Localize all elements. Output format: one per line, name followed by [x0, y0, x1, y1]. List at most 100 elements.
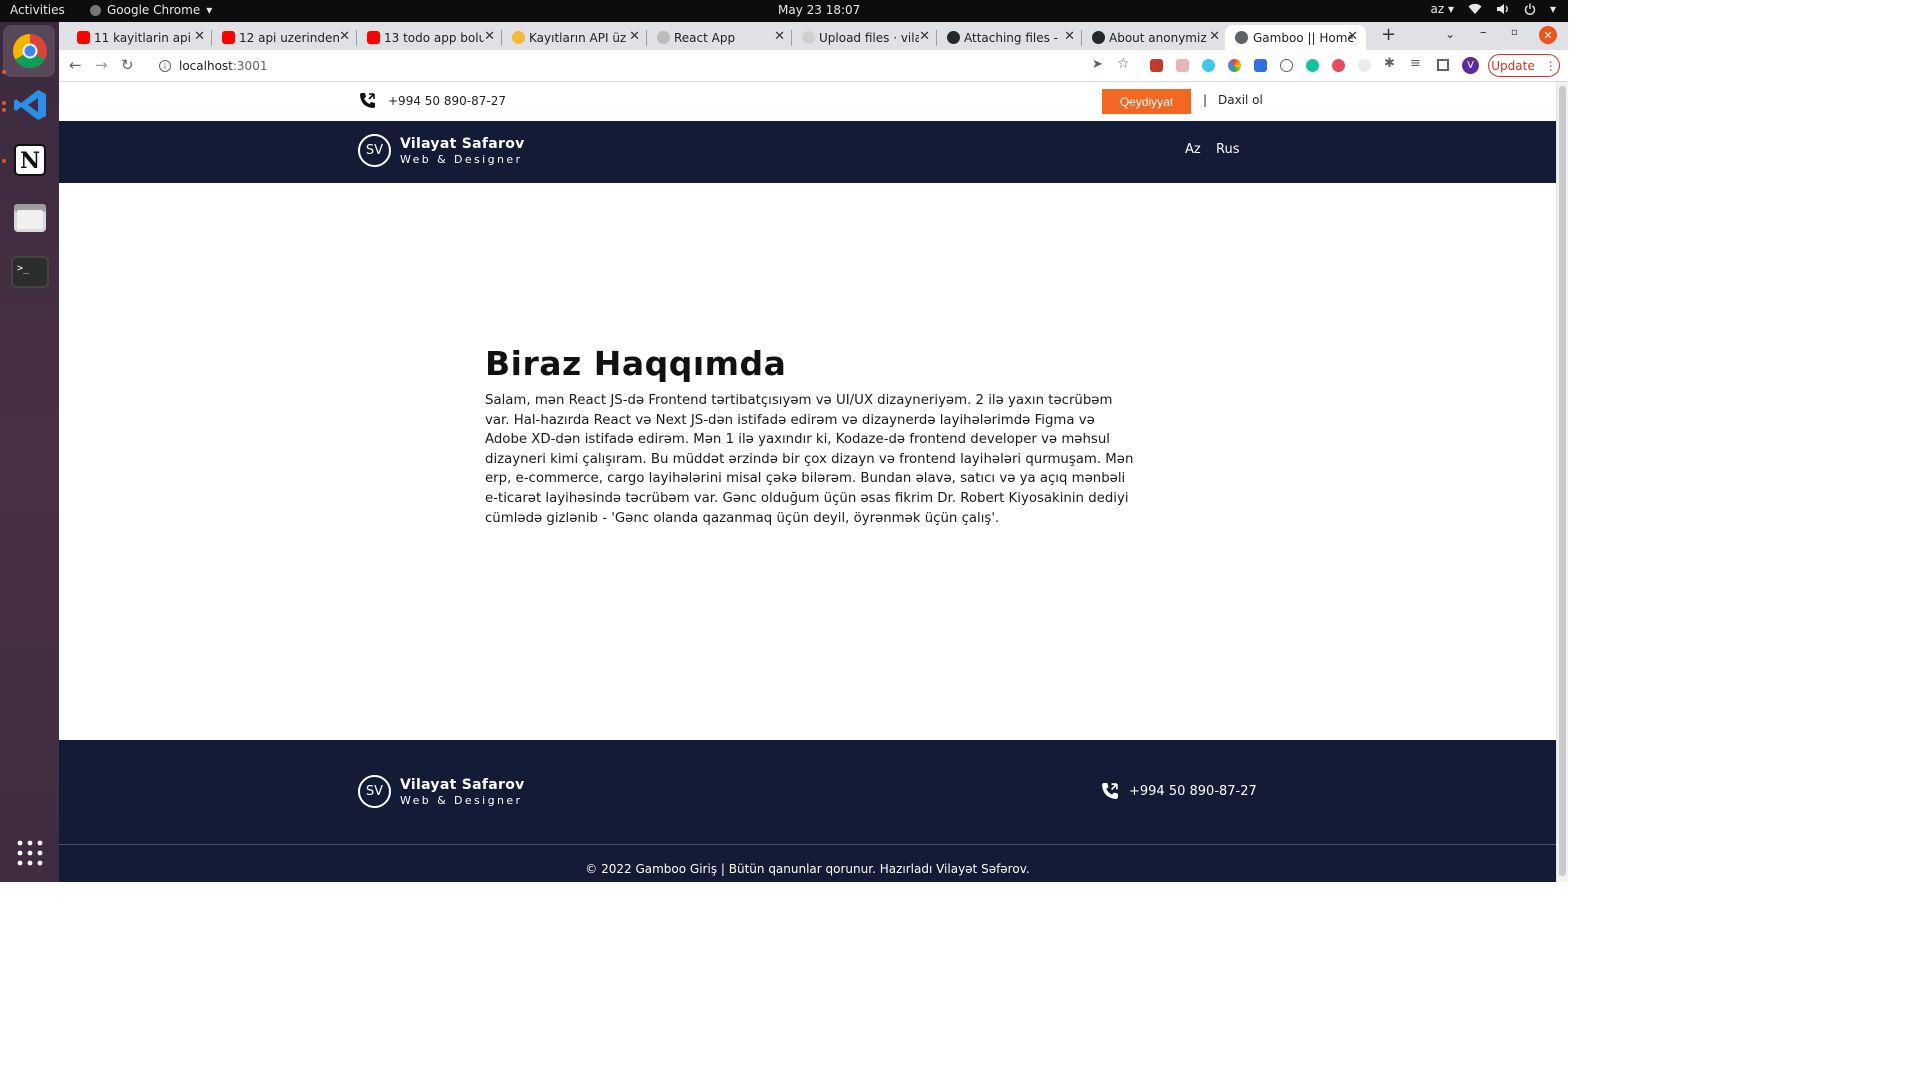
close-tab-icon[interactable]: ✕	[919, 29, 930, 44]
app-menu[interactable]: Google Chrome ▾	[90, 3, 212, 17]
tab-search-chevron-icon[interactable]: ⌄	[1445, 27, 1455, 41]
caret-down-icon: ▾	[206, 3, 213, 17]
reload-icon[interactable]: ↻	[121, 56, 134, 74]
tab-attaching-files[interactable]: Attaching files - ✕	[947, 25, 1075, 50]
footer-phone: +994 50 890-87-27	[1101, 782, 1257, 800]
keyboard-layout[interactable]: az ▾	[1430, 2, 1454, 16]
extension-color-icon[interactable]	[1228, 59, 1241, 72]
files-icon[interactable]	[9, 196, 51, 238]
register-button[interactable]: Qeydiyyat	[1102, 89, 1191, 114]
tab-title: 13 todo app bolu	[384, 30, 484, 45]
logo-subtitle: Web & Designer	[400, 793, 523, 807]
profile-avatar[interactable]: V	[1462, 57, 1479, 74]
footer-phone-number: +994 50 890-87-27	[1129, 783, 1257, 799]
extension-pin-icon[interactable]	[1332, 59, 1345, 72]
svg-text:>_: >_	[17, 263, 30, 274]
wifi-icon	[1468, 3, 1482, 15]
forward-arrow-icon[interactable]: →	[95, 56, 108, 74]
extensions-puzzle-icon[interactable]: ✱	[1384, 56, 1395, 71]
lang-rus-link[interactable]: Rus	[1216, 142, 1239, 157]
globe-icon	[1235, 31, 1248, 44]
tab-title: 12 api uzerinden	[239, 30, 339, 45]
login-link[interactable]: Daxil ol	[1218, 93, 1263, 107]
terminal-icon[interactable]: >_	[9, 251, 51, 293]
tab-divider	[501, 30, 502, 46]
tab-upload-files[interactable]: Upload files · vila ✕	[802, 25, 930, 50]
extension-pink-icon[interactable]	[1176, 59, 1189, 72]
close-window-icon[interactable]: ✕	[1539, 26, 1557, 44]
page-viewport: +994 50 890-87-27 Qeydiyyat | Daxil ol S…	[59, 82, 1556, 882]
close-tab-icon[interactable]: ✕	[1347, 29, 1358, 44]
chrome-icon[interactable]	[9, 30, 51, 72]
info-icon[interactable]: i	[159, 60, 171, 72]
minimize-icon[interactable]: –	[1480, 25, 1487, 40]
tab-about-anonymiz[interactable]: About anonymiz ✕	[1092, 25, 1220, 50]
bookmark-star-icon[interactable]: ☆	[1117, 56, 1130, 72]
volume-icon	[1496, 4, 1508, 14]
github-icon	[1092, 31, 1105, 44]
phone-number: +994 50 890-87-27	[388, 93, 506, 108]
tab-youtube-13[interactable]: 13 todo app bolu ✕	[367, 25, 495, 50]
about-section: Biraz Haqqımda Salam, mən React JS-də Fr…	[485, 344, 1135, 528]
extension-a-icon[interactable]	[1280, 59, 1293, 72]
extension-cyan-icon[interactable]	[1202, 59, 1215, 72]
url-text[interactable]: localhost:3001	[179, 59, 267, 73]
tab-title: 11 kayitlarin api ü	[94, 30, 194, 45]
extension-moon-icon[interactable]	[1358, 59, 1371, 72]
grammarly-icon[interactable]	[1306, 59, 1319, 72]
tab-kayitlarin-api[interactable]: Kayıtların API üz ✕	[512, 25, 640, 50]
youtube-icon	[77, 31, 90, 44]
tab-divider	[211, 30, 212, 46]
tab-divider	[356, 30, 357, 46]
divider: |	[1203, 93, 1208, 107]
lang-az-link[interactable]: Az	[1185, 142, 1201, 157]
running-indicator	[2, 159, 6, 163]
running-indicator	[2, 108, 6, 112]
app-grid-icon[interactable]	[9, 832, 51, 874]
extension-blue-icon[interactable]	[1254, 59, 1267, 72]
side-panel-icon[interactable]	[1437, 59, 1449, 71]
reading-list-icon[interactable]: ≡	[1410, 56, 1421, 71]
logo-monogram: SV	[358, 775, 391, 808]
vscode-icon[interactable]	[9, 84, 51, 126]
tab-title: Upload files · vila	[819, 30, 919, 45]
loading-icon	[802, 31, 815, 44]
footer-logo[interactable]: SV Vilayat Safarov Web & Designer	[358, 775, 525, 808]
tab-gamboo-home[interactable]: Gamboo || Home ✕	[1225, 25, 1366, 50]
logo-name: Vilayat Safarov	[400, 776, 525, 793]
restore-icon[interactable]: ▫	[1511, 27, 1518, 38]
tab-youtube-11[interactable]: 11 kayitlarin api ü ✕	[77, 25, 205, 50]
close-tab-icon[interactable]: ✕	[339, 29, 350, 44]
close-tab-icon[interactable]: ✕	[629, 29, 640, 44]
address-bar[interactable]: i localhost:3001	[149, 54, 1174, 78]
page-scrollbar[interactable]	[1556, 82, 1568, 882]
back-arrow-icon[interactable]: ←	[69, 56, 82, 74]
system-tray[interactable]: az ▾ ▾	[1430, 2, 1556, 16]
tab-youtube-12[interactable]: 12 api uzerinden ✕	[222, 25, 350, 50]
youtube-icon	[367, 31, 380, 44]
site-logo[interactable]: SV Vilayat Safarov Web & Designer	[358, 134, 525, 167]
new-tab-plus-icon[interactable]: +	[1381, 24, 1396, 45]
close-tab-icon[interactable]: ✕	[774, 29, 785, 44]
notion-icon[interactable]: N	[9, 139, 51, 181]
extension-red-icon[interactable]	[1150, 59, 1163, 72]
send-icon[interactable]: ➤	[1092, 57, 1103, 72]
activities-button[interactable]: Activities	[10, 3, 65, 17]
tab-title: React App	[674, 30, 736, 45]
ubuntu-dock: N >_	[0, 22, 59, 882]
site-navbar: SV Vilayat Safarov Web & Designer Az Rus	[59, 121, 1556, 183]
close-tab-icon[interactable]: ✕	[194, 29, 205, 44]
url-port: :3001	[232, 59, 268, 73]
phone-call-icon	[360, 93, 375, 108]
close-tab-icon[interactable]: ✕	[1209, 29, 1220, 44]
close-tab-icon[interactable]: ✕	[484, 29, 495, 44]
close-tab-icon[interactable]: ✕	[1064, 29, 1075, 44]
scrollbar-thumb[interactable]	[1559, 86, 1566, 876]
contact-bar: +994 50 890-87-27 Qeydiyyat | Daxil ol	[59, 82, 1556, 121]
clock[interactable]: May 23 18:07	[778, 3, 860, 17]
app-menu-label: Google Chrome	[107, 3, 201, 17]
about-paragraph: Salam, mən React JS-də Frontend tərtibat…	[485, 393, 1134, 526]
update-button[interactable]: Update ⋮	[1488, 54, 1560, 77]
kebab-menu-icon: ⋮	[1544, 58, 1557, 73]
tab-react-app[interactable]: React App ✕	[657, 25, 785, 50]
